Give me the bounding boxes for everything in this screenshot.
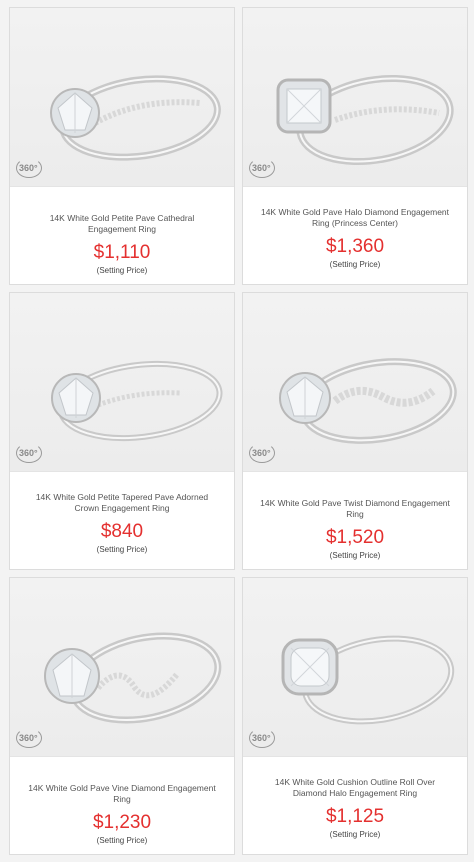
product-title[interactable]: 14K White Gold Petite Tapered Pave Adorn… [26,492,218,514]
price-note: (Setting Price) [96,545,148,554]
product-info: 14K White Gold Pave Twist Diamond Engage… [243,472,467,569]
product-title[interactable]: 14K White Gold Pave Twist Diamond Engage… [259,498,451,520]
360-view-icon[interactable]: 360° [249,443,275,463]
price-note: (Setting Price) [329,830,381,839]
price-note: (Setting Price) [96,266,148,275]
360-view-icon[interactable]: 360° [16,158,42,178]
product-card[interactable]: 360° 14K White Gold Petite Tapered Pave … [9,292,235,570]
product-price: $1,110 [93,242,151,263]
product-price: $1,230 [92,812,152,833]
product-image[interactable]: 360° [243,293,467,472]
product-price: $1,125 [325,806,385,827]
product-card[interactable]: 360° 14K White Gold Pave Halo Diamond En… [242,7,468,285]
product-info: 14K White Gold Cushion Outline Roll Over… [243,757,467,854]
product-info: 14K White Gold Pave Vine Diamond Engagem… [10,757,234,854]
product-card[interactable]: 360° 14K White Gold Petite Pave Cathedra… [9,7,235,285]
360-view-icon[interactable]: 360° [249,728,275,748]
price-note: (Setting Price) [329,551,381,560]
product-grid: 360° 14K White Gold Petite Pave Cathedra… [0,0,474,862]
price-note: (Setting Price) [96,836,148,845]
product-price: $1,520 [325,527,385,548]
360-view-icon[interactable]: 360° [16,443,42,463]
product-price: $1,360 [325,236,385,257]
product-info: 14K White Gold Pave Halo Diamond Engagem… [243,187,467,284]
product-title[interactable]: 14K White Gold Cushion Outline Roll Over… [259,777,451,799]
360-view-icon[interactable]: 360° [249,158,275,178]
product-title[interactable]: 14K White Gold Petite Pave Cathedral Eng… [26,213,218,235]
product-card[interactable]: 360° 14K White Gold Pave Twist Diamond E… [242,292,468,570]
product-image[interactable]: 360° [10,8,234,187]
product-info: 14K White Gold Petite Tapered Pave Adorn… [10,472,234,569]
360-view-icon[interactable]: 360° [16,728,42,748]
product-price: $840 [100,521,144,542]
price-note: (Setting Price) [329,260,381,269]
product-image[interactable]: 360° [243,578,467,757]
product-image[interactable]: 360° [10,293,234,472]
product-title[interactable]: 14K White Gold Pave Vine Diamond Engagem… [26,783,218,805]
product-image[interactable]: 360° [10,578,234,757]
product-card[interactable]: 360° 14K White Gold Pave Vine Diamond En… [9,577,235,855]
product-info: 14K White Gold Petite Pave Cathedral Eng… [10,187,234,284]
product-card[interactable]: 360° 14K White Gold Cushion Outline Roll… [242,577,468,855]
product-title[interactable]: 14K White Gold Pave Halo Diamond Engagem… [259,207,451,229]
product-image[interactable]: 360° [243,8,467,187]
